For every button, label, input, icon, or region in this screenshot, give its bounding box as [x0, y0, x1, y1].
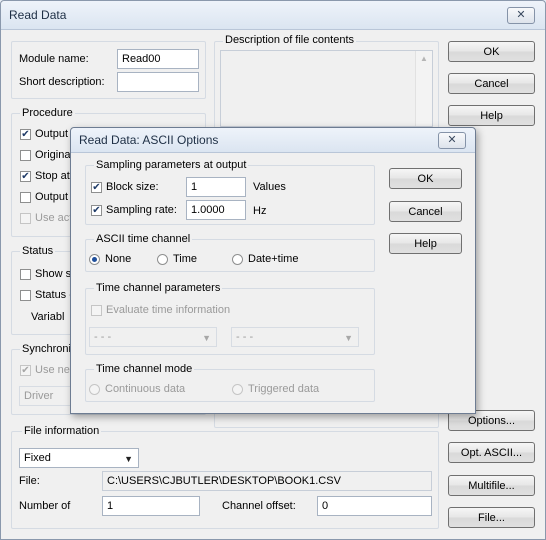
- procedure-stop-checkbox[interactable]: ✔: [20, 171, 31, 182]
- sampling-rate-label: Sampling rate:: [106, 204, 177, 216]
- chevron-down-icon: ▼: [202, 333, 211, 343]
- time-datetime-label: Date+time: [248, 253, 299, 265]
- window-title: Read Data: [9, 8, 67, 22]
- close-button[interactable]: ✕: [507, 7, 535, 24]
- status-show-label: Show s: [35, 268, 72, 280]
- title-bar: Read Data ✕: [1, 1, 545, 30]
- sync-use-label: Use ne: [35, 364, 70, 376]
- time-time-label: Time: [173, 253, 198, 265]
- block-size-checkbox[interactable]: ✔: [91, 182, 102, 193]
- sampling-rate-unit: Hz: [253, 205, 267, 217]
- block-size-unit: Values: [253, 181, 286, 193]
- procedure-original-label: Original: [35, 149, 73, 161]
- number-of-label: Number of: [19, 500, 71, 512]
- chevron-down-icon: ▼: [344, 333, 353, 343]
- block-size-label: Block size:: [106, 181, 159, 193]
- status-legend: Status: [20, 245, 56, 257]
- procedure-output-label: Output: [35, 128, 69, 140]
- cancel-button[interactable]: Cancel: [448, 73, 535, 94]
- close-icon: ✕: [516, 9, 526, 21]
- time-mode-legend: Time channel mode: [94, 363, 195, 375]
- procedure-output-checkbox[interactable]: ✔: [20, 129, 31, 140]
- opt-ascii-button[interactable]: Opt. ASCII...: [448, 442, 535, 463]
- dialog-cancel-button[interactable]: Cancel: [389, 201, 462, 222]
- file-button[interactable]: File...: [448, 507, 535, 528]
- evaluate-time-checkbox[interactable]: [91, 305, 102, 316]
- help-button[interactable]: Help: [448, 105, 535, 126]
- evaluate-time-label: Evaluate time information: [106, 304, 231, 316]
- status-variable-label: Variabl: [31, 311, 65, 323]
- procedure-legend: Procedure: [20, 107, 75, 119]
- procedure-output2-checkbox[interactable]: [20, 192, 31, 203]
- channel-offset-label: Channel offset:: [222, 500, 296, 512]
- procedure-output2-label: Output: [35, 191, 69, 203]
- file-type-value: Fixed: [24, 452, 51, 464]
- status-show-checkbox[interactable]: [20, 269, 31, 280]
- channel-offset-input[interactable]: 0: [317, 496, 432, 516]
- ok-button[interactable]: OK: [448, 41, 535, 62]
- procedure-use-act-checkbox[interactable]: [20, 213, 31, 224]
- time-none-radio[interactable]: [89, 254, 100, 265]
- file-info-legend: File information: [22, 425, 102, 437]
- status-status-checkbox[interactable]: [20, 290, 31, 301]
- continuous-data-radio[interactable]: [89, 384, 100, 395]
- dialog-title-bar: Read Data: ASCII Options ✕: [71, 128, 475, 153]
- sync-use-checkbox[interactable]: ✔: [20, 365, 31, 376]
- time-datetime-radio[interactable]: [232, 254, 243, 265]
- dialog-close-button[interactable]: ✕: [438, 132, 466, 149]
- dialog-title: Read Data: ASCII Options: [79, 133, 219, 147]
- triggered-data-label: Triggered data: [248, 383, 320, 395]
- sampling-rate-checkbox[interactable]: ✔: [91, 205, 102, 216]
- time-param-select-1-value: - - -: [94, 331, 112, 343]
- triggered-data-radio[interactable]: [232, 384, 243, 395]
- file-label: File:: [19, 475, 40, 487]
- ascii-options-dialog: Read Data: ASCII Options ✕ Sampling para…: [70, 127, 476, 414]
- sync-legend: Synchroni: [20, 343, 73, 355]
- status-status-label: Status -: [35, 289, 73, 301]
- dialog-ok-button[interactable]: OK: [389, 168, 462, 189]
- short-description-input[interactable]: [117, 72, 199, 92]
- dialog-help-button[interactable]: Help: [389, 233, 462, 254]
- short-description-label: Short description:: [19, 76, 105, 88]
- time-channel-legend: ASCII time channel: [94, 233, 193, 245]
- module-name-input[interactable]: Read00: [117, 49, 199, 69]
- file-path-field[interactable]: C:\USERS\CJBUTLER\DESKTOP\BOOK1.CSV: [102, 471, 432, 491]
- number-of-input[interactable]: 1: [102, 496, 200, 516]
- procedure-original-checkbox[interactable]: [20, 150, 31, 161]
- time-params-legend: Time channel parameters: [94, 282, 223, 294]
- chevron-down-icon: ▼: [124, 454, 133, 464]
- continuous-data-label: Continuous data: [105, 383, 186, 395]
- close-icon: ✕: [447, 134, 457, 146]
- time-param-select-2-value: - - -: [236, 331, 254, 343]
- procedure-stop-label: Stop at: [35, 170, 70, 182]
- module-name-label: Module name:: [19, 53, 89, 65]
- time-none-label: None: [105, 253, 132, 265]
- sampling-rate-input[interactable]: 1.0000: [186, 200, 246, 220]
- file-type-select[interactable]: Fixed ▼: [19, 448, 139, 468]
- driver-value: Driver: [24, 390, 54, 402]
- sampling-legend: Sampling parameters at output: [94, 159, 249, 171]
- time-param-select-1[interactable]: - - - ▼: [89, 327, 217, 347]
- description-textarea[interactable]: ▲: [220, 50, 433, 127]
- block-size-input[interactable]: 1: [186, 177, 246, 197]
- description-scrollbar[interactable]: ▲: [415, 51, 432, 126]
- description-legend: Description of file contents: [223, 34, 357, 46]
- procedure-use-act-label: Use act: [35, 212, 73, 224]
- scroll-up-icon[interactable]: ▲: [420, 54, 428, 63]
- time-param-select-2[interactable]: - - - ▼: [231, 327, 359, 347]
- multifile-button[interactable]: Multifile...: [448, 475, 535, 496]
- time-time-radio[interactable]: [157, 254, 168, 265]
